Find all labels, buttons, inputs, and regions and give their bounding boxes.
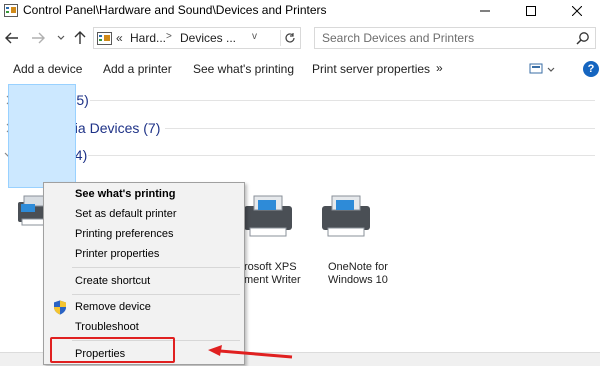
maximize-button[interactable] — [508, 0, 554, 22]
back-button[interactable] — [3, 29, 21, 47]
address-dropdown[interactable]: v — [252, 31, 257, 42]
change-view-button[interactable] — [527, 61, 557, 77]
menu-item-create-shortcut[interactable]: Create shortcut — [75, 275, 150, 287]
control-panel-icon — [4, 4, 18, 17]
printer-label-line2: Windows 10 — [328, 274, 388, 286]
menu-item-troubleshoot[interactable]: Troubleshoot — [75, 321, 139, 333]
window-title: Control Panel\Hardware and Sound\Devices… — [23, 3, 327, 17]
up-button[interactable] — [71, 29, 89, 47]
menu-item-printing-preferences[interactable]: Printing preferences — [75, 228, 173, 240]
help-button[interactable]: ? — [583, 61, 599, 77]
maximize-icon — [526, 6, 536, 16]
highlight-box — [50, 337, 175, 363]
search-input[interactable]: Search Devices and Printers — [314, 27, 596, 49]
group-divider — [88, 155, 595, 156]
address-bar[interactable]: « Hard... > Devices ... v — [93, 27, 301, 49]
view-options-icon — [529, 63, 555, 74]
menu-item-set-default[interactable]: Set as default printer — [75, 208, 177, 220]
close-button[interactable] — [554, 0, 600, 22]
printer-icon — [244, 195, 292, 237]
printer-label-line2: ment Writer — [244, 274, 301, 286]
shield-icon — [54, 300, 66, 315]
menu-item-printer-properties[interactable]: Printer properties — [75, 248, 159, 260]
printer-label-line1: rosoft XPS — [244, 261, 297, 273]
arrow-right-icon — [32, 32, 45, 44]
recent-locations-button[interactable] — [52, 29, 70, 47]
refresh-button[interactable] — [280, 30, 299, 46]
forward-button[interactable] — [29, 29, 47, 47]
breadcrumb-separator[interactable]: > — [166, 31, 172, 42]
search-placeholder: Search Devices and Printers — [322, 31, 475, 45]
command-bar: Add a device Add a printer See what's pr… — [0, 55, 600, 83]
search-icon — [576, 32, 589, 45]
printer-tile-selected[interactable] — [8, 84, 76, 188]
add-printer-button[interactable]: Add a printer — [103, 62, 172, 76]
title-bar: Control Panel\Hardware and Sound\Devices… — [0, 0, 600, 22]
menu-separator — [72, 294, 240, 295]
see-whats-printing-button[interactable]: See what's printing — [193, 62, 294, 76]
menu-separator — [72, 267, 240, 268]
printer-label-line1: OneNote for — [328, 261, 388, 273]
annotation-arrow-icon — [208, 345, 293, 359]
print-server-properties-button[interactable]: Print server properties — [312, 62, 430, 76]
control-panel-icon — [97, 32, 112, 45]
menu-item-see-whats-printing[interactable]: See what's printing — [75, 188, 175, 200]
more-commands-button[interactable]: » — [436, 61, 443, 75]
close-icon — [572, 6, 582, 16]
breadcrumb-hardware[interactable]: Hard... — [130, 31, 166, 45]
navigation-bar: « Hard... > Devices ... v Search Devices… — [0, 24, 600, 52]
refresh-icon — [285, 33, 295, 43]
arrow-left-icon — [5, 32, 18, 44]
breadcrumb-devices[interactable]: Devices ... — [180, 31, 236, 45]
chevron-down-icon — [57, 35, 65, 40]
minimize-icon — [480, 10, 490, 12]
minimize-button[interactable] — [462, 0, 508, 22]
add-device-button[interactable]: Add a device — [13, 62, 82, 76]
printer-icon — [322, 195, 370, 237]
menu-item-remove-device[interactable]: Remove device — [75, 301, 151, 313]
group-divider — [165, 128, 595, 129]
group-divider — [90, 100, 595, 101]
address-overflow[interactable]: « — [116, 31, 123, 45]
arrow-up-icon — [74, 31, 86, 44]
